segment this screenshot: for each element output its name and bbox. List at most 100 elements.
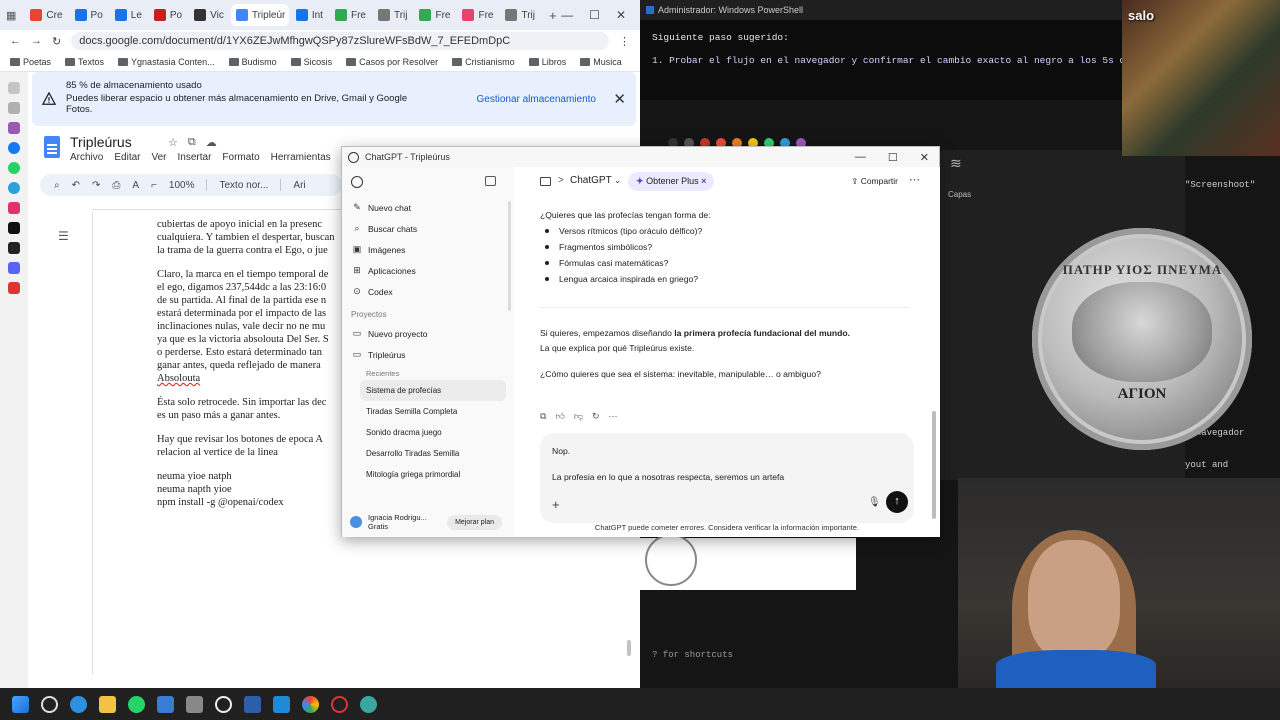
recent-chat-item[interactable]: Tiradas Semilla Completa <box>342 401 514 422</box>
new-tab-icon[interactable]: + <box>549 8 557 23</box>
sidebar-scrollbar[interactable] <box>508 201 511 311</box>
bookmark-item[interactable]: Libros <box>528 57 566 67</box>
powershell-icon[interactable] <box>244 695 261 713</box>
bookmark-item[interactable]: Ygnastasia Conten... <box>118 57 215 67</box>
style-select[interactable]: Texto nor... <box>219 180 268 191</box>
browser-tab[interactable]: Trij <box>373 4 413 26</box>
whatsapp-icon[interactable] <box>128 695 145 713</box>
chatgpt-icon[interactable] <box>215 695 232 713</box>
thumbs-down-icon[interactable]: 👎︎ <box>574 411 583 422</box>
font-select[interactable]: Ari <box>293 180 305 191</box>
browser-tab[interactable]: Int <box>291 4 328 26</box>
share-button[interactable]: ⇪ Compartir <box>851 176 898 187</box>
message-composer[interactable]: Nop. La profesia en lo que a nosotras re… <box>540 433 914 523</box>
extension-icon[interactable]: ⋮ <box>619 35 630 48</box>
browser-tab[interactable]: Trij <box>500 4 540 26</box>
bookmark-item[interactable]: Musica <box>580 57 622 67</box>
rail-app-icon[interactable] <box>8 82 20 94</box>
rail-app-icon[interactable] <box>8 102 20 114</box>
rail-app-icon[interactable] <box>8 122 20 134</box>
vscode-icon[interactable] <box>273 695 290 713</box>
back-icon[interactable]: ← <box>10 35 21 47</box>
close-icon[interactable]: ✕ <box>616 8 626 22</box>
regenerate-icon[interactable]: ↻ <box>592 411 600 422</box>
x-icon[interactable] <box>8 242 20 254</box>
sidebar-nav-item[interactable]: ⊙ Codex <box>342 281 514 302</box>
recent-chat-item[interactable]: Sonido dracma juego <box>342 422 514 443</box>
doc-menu-item[interactable]: Formato <box>222 152 259 163</box>
maximize-icon[interactable]: ☐ <box>589 8 600 22</box>
sidebar-nav-item[interactable]: ▣ Imágenes <box>342 239 514 260</box>
ruler[interactable] <box>92 202 342 210</box>
upgrade-plan-button[interactable]: Mejorar plan <box>447 514 502 530</box>
outline-icon[interactable]: ☰ <box>58 229 69 243</box>
doc-menu-item[interactable]: Ver <box>151 152 166 163</box>
manage-storage-link[interactable]: Gestionar almacenamiento <box>476 94 596 105</box>
close-banner-icon[interactable]: ✕ <box>613 90 626 108</box>
more-options-icon[interactable]: ⋯ <box>909 173 920 186</box>
recent-chat-item[interactable]: Sistema de profecías <box>360 380 506 401</box>
recent-chat-item[interactable]: Desarrollo Tiradas Semilla <box>342 443 514 464</box>
zoom-select[interactable]: 100% <box>169 180 195 191</box>
bookmark-item[interactable]: Casos por Resolver <box>346 57 438 67</box>
close-icon[interactable]: ✕ <box>920 151 929 164</box>
circle-shape[interactable] <box>645 534 697 586</box>
sidebar-nav-item[interactable]: ⊞ Aplicaciones <box>342 260 514 281</box>
project-tripleurus[interactable]: ▭ Tripleúrus <box>342 344 514 365</box>
browser-tab[interactable]: Le <box>110 4 147 26</box>
project-folder-icon[interactable] <box>540 177 551 186</box>
redo-icon[interactable]: ↷ <box>92 180 100 191</box>
copy-icon[interactable]: ⧉ <box>540 411 546 422</box>
instagram-icon[interactable] <box>8 202 20 214</box>
telegram-icon[interactable] <box>8 182 20 194</box>
chrome-icon[interactable] <box>302 695 319 713</box>
browser-tab[interactable]: Vic <box>189 4 229 26</box>
maximize-icon[interactable]: ☐ <box>888 151 898 164</box>
browser-tab[interactable]: Fre <box>457 4 498 26</box>
browser-tab[interactable]: Fre <box>414 4 455 26</box>
openai-logo-icon[interactable] <box>351 176 363 188</box>
print-icon[interactable]: ⎙ <box>112 180 120 191</box>
microphone-icon[interactable]: 🎙︎ <box>868 497 881 508</box>
app-icon[interactable] <box>360 695 377 713</box>
new-project-button[interactable]: ▭ Nuevo proyecto <box>342 323 514 344</box>
thumbs-up-icon[interactable]: 👍︎ <box>555 411 564 422</box>
minimize-icon[interactable]: — <box>561 8 573 22</box>
send-button[interactable]: ↑ <box>886 491 908 513</box>
move-folder-icon[interactable]: ⧉ <box>188 136 196 149</box>
user-info[interactable]: Ignacia Rodrigu... Gratis <box>368 513 427 531</box>
minimize-icon[interactable]: — <box>855 151 866 164</box>
doc-title[interactable]: Tripleúrus <box>70 134 132 150</box>
bookmark-item[interactable]: Budismo <box>228 57 277 67</box>
doc-menu-item[interactable]: Insertar <box>178 152 212 163</box>
forward-icon[interactable]: → <box>31 35 42 47</box>
doc-body[interactable]: cubiertas de apoyo inicial en la presenc… <box>157 218 347 520</box>
cloud-icon[interactable]: ☁ <box>206 136 217 149</box>
more-icon[interactable]: ⋯ <box>609 411 618 422</box>
browser-tab[interactable]: Tripleúr <box>230 4 289 26</box>
doc-paragraph[interactable]: cubiertas de apoyo inicial en la presenc… <box>157 218 347 257</box>
search-icon[interactable]: ⌕ <box>54 180 60 191</box>
opera-icon[interactable] <box>331 695 348 713</box>
app-icon[interactable] <box>186 695 203 713</box>
doc-menu-item[interactable]: Herramientas <box>271 152 331 163</box>
discord-icon[interactable] <box>8 262 20 274</box>
undo-icon[interactable]: ↶ <box>72 180 80 191</box>
sidebar-nav-item[interactable]: ⌕ Buscar chats <box>342 218 514 239</box>
grid-icon[interactable]: ▦ <box>6 9 16 22</box>
spellcheck-icon[interactable]: A <box>132 180 139 191</box>
edge-icon[interactable] <box>70 695 87 713</box>
star-icon[interactable]: ☆ <box>168 136 178 149</box>
browser-tab[interactable]: Fre <box>330 4 371 26</box>
docs-logo-icon[interactable] <box>44 136 60 158</box>
doc-menu-item[interactable]: Archivo <box>70 152 103 163</box>
start-icon[interactable] <box>12 695 29 713</box>
doc-paragraph[interactable]: Ésta solo retrocede. Sin importar las de… <box>157 396 347 422</box>
close-plus-icon[interactable]: × <box>701 176 706 186</box>
attach-plus-icon[interactable]: + <box>552 497 560 512</box>
heart-icon[interactable] <box>8 282 20 294</box>
avatar[interactable] <box>350 516 362 528</box>
composer-input[interactable]: Nop. La profesia en lo que a nosotras re… <box>552 445 784 484</box>
paint-format-icon[interactable]: ⌐ <box>151 180 157 191</box>
browser-tab[interactable]: Po <box>70 4 108 26</box>
